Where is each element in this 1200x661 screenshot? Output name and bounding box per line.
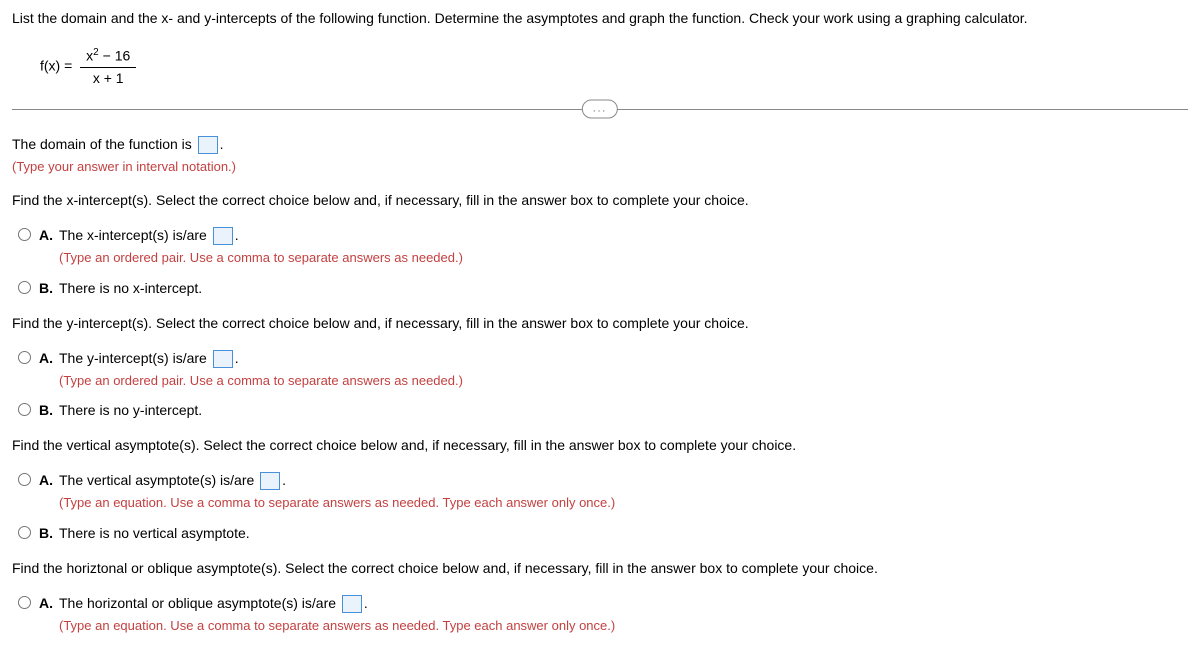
vasym-choice-b: B. There is no vertical asymptote. — [18, 523, 1188, 544]
vasym-a-hint: (Type an equation. Use a comma to separa… — [59, 493, 1188, 513]
equation-fraction: x2 − 16 x + 1 — [80, 45, 136, 89]
yint-choices: A. The y-intercept(s) is/are . (Type an … — [18, 348, 1188, 422]
xint-a-text-b: . — [235, 227, 239, 243]
xint-choice-a: A. The x-intercept(s) is/are . (Type an … — [18, 225, 1188, 268]
xint-a-hint: (Type an ordered pair. Use a comma to se… — [59, 248, 1188, 268]
domain-hint: (Type your answer in interval notation.) — [12, 157, 1188, 177]
xint-label-a: A. — [39, 225, 53, 246]
xint-label-b: B. — [39, 278, 53, 299]
yint-a-text-a: The y-intercept(s) is/are — [59, 350, 211, 366]
hasym-label-a: A. — [39, 593, 53, 614]
hasym-prompt: Find the horiztonal or oblique asymptote… — [12, 558, 1188, 579]
vasym-a-text-b: . — [282, 472, 286, 488]
hasym-a-text-b: . — [364, 595, 368, 611]
xint-radio-b[interactable] — [18, 281, 31, 294]
xint-choices: A. The x-intercept(s) is/are . (Type an … — [18, 225, 1188, 299]
yint-a-text-b: . — [235, 350, 239, 366]
xint-b-text: There is no x-intercept. — [59, 278, 1188, 299]
vasym-label-a: A. — [39, 470, 53, 491]
domain-input[interactable] — [198, 136, 218, 154]
vasym-radio-a[interactable] — [18, 473, 31, 486]
vasym-prompt: Find the vertical asymptote(s). Select t… — [12, 435, 1188, 456]
yint-radio-b[interactable] — [18, 403, 31, 416]
hasym-choices: A. The horizontal or oblique asymptote(s… — [18, 593, 1188, 636]
domain-prompt-b: . — [220, 136, 224, 152]
yint-b-text: There is no y-intercept. — [59, 400, 1188, 421]
equation-denominator: x + 1 — [80, 68, 136, 89]
yint-label-a: A. — [39, 348, 53, 369]
yint-choice-a: A. The y-intercept(s) is/are . (Type an … — [18, 348, 1188, 391]
hasym-a-hint: (Type an equation. Use a comma to separa… — [59, 616, 1188, 636]
yint-radio-a[interactable] — [18, 351, 31, 364]
vasym-a-input[interactable] — [260, 472, 280, 490]
hasym-choice-a: A. The horizontal or oblique asymptote(s… — [18, 593, 1188, 636]
xint-a-text-a: The x-intercept(s) is/are — [59, 227, 211, 243]
yint-choice-b: B. There is no y-intercept. — [18, 400, 1188, 421]
xint-radio-a[interactable] — [18, 228, 31, 241]
xint-prompt: Find the x-intercept(s). Select the corr… — [12, 190, 1188, 211]
equation: f(x) = x2 − 16 x + 1 — [40, 45, 1188, 89]
hasym-radio-a[interactable] — [18, 596, 31, 609]
yint-prompt: Find the y-intercept(s). Select the corr… — [12, 313, 1188, 334]
vasym-b-text: There is no vertical asymptote. — [59, 523, 1188, 544]
yint-a-input[interactable] — [213, 350, 233, 368]
yint-a-hint: (Type an ordered pair. Use a comma to se… — [59, 371, 1188, 391]
expand-pill[interactable]: ... — [582, 100, 618, 119]
domain-prompt-a: The domain of the function is — [12, 136, 196, 152]
vasym-a-text-a: The vertical asymptote(s) is/are — [59, 472, 258, 488]
equation-lhs: f(x) = — [40, 58, 72, 74]
equation-numerator: x2 − 16 — [80, 45, 136, 68]
question-text: List the domain and the x- and y-interce… — [12, 8, 1188, 29]
domain-section: The domain of the function is . (Type yo… — [12, 134, 1188, 177]
vasym-label-b: B. — [39, 523, 53, 544]
vasym-choices: A. The vertical asymptote(s) is/are . (T… — [18, 470, 1188, 544]
yint-label-b: B. — [39, 400, 53, 421]
hasym-a-input[interactable] — [342, 595, 362, 613]
xint-choice-b: B. There is no x-intercept. — [18, 278, 1188, 299]
num-const: − 16 — [99, 48, 131, 64]
hasym-a-text-a: The horizontal or oblique asymptote(s) i… — [59, 595, 340, 611]
vasym-radio-b[interactable] — [18, 526, 31, 539]
vasym-choice-a: A. The vertical asymptote(s) is/are . (T… — [18, 470, 1188, 513]
xint-a-input[interactable] — [213, 227, 233, 245]
